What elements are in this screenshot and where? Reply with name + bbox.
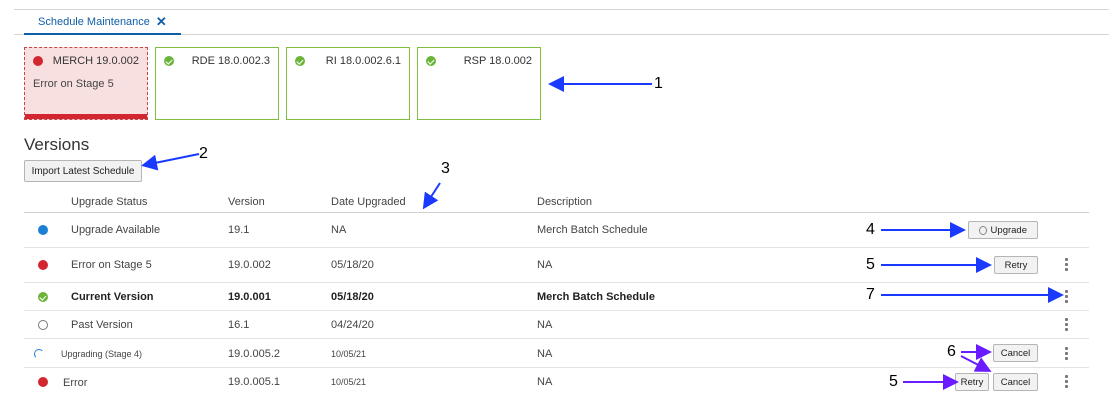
more-options-icon[interactable] [1065,318,1069,331]
more-options-icon[interactable] [1065,347,1069,360]
error-bar [25,114,147,119]
spinner-icon [34,349,44,359]
callout-number: 7 [866,286,875,303]
row-status: Error [63,377,88,389]
table-row: Upgrade Available 19.1 NA Merch Batch Sc… [24,213,1089,248]
cancel-button[interactable]: Cancel [993,373,1038,391]
row-description: NA [537,259,553,271]
check-icon [295,56,305,66]
row-status: Current Version [71,291,154,303]
row-date: 10/05/21 [331,377,367,387]
row-description: NA [537,348,553,360]
check-icon [164,56,174,66]
header-upgrade-status: Upgrade Status [71,196,148,208]
import-latest-schedule-button[interactable]: Import Latest Schedule [24,160,142,182]
check-icon [38,292,48,302]
card-title: RSP 18.0.002 [463,55,532,67]
arrow-2 [141,153,200,171]
header-description: Description [537,196,593,208]
app-card-ri[interactable]: RI 18.0.002.6.1 [286,47,410,120]
row-version: 16.1 [228,319,250,331]
callout-number: 2 [199,145,208,162]
retry-button[interactable]: Retry [955,373,989,391]
card-subtitle: Error on Stage 5 [33,78,114,90]
upgrade-button[interactable]: Upgrade [968,221,1038,239]
upgrade-icon [979,225,987,235]
row-status: Error on Stage 5 [71,259,152,271]
header-version: Version [228,196,265,208]
row-version: 19.0.001 [228,291,271,303]
retry-button[interactable]: Retry [994,256,1038,274]
row-status: Upgrading (Stage 4) [61,349,143,359]
callout-number: 4 [866,221,875,238]
header-date-upgraded: Date Upgraded [331,196,406,208]
row-status: Past Version [71,319,133,331]
table-row: Current Version 19.0.001 05/18/20 Merch … [24,283,1089,311]
callout-number: 3 [441,160,450,177]
error-status-icon [33,56,43,66]
row-date: 05/18/20 [331,291,374,303]
row-version: 19.0.005.2 [228,348,280,360]
tab-label: Schedule Maintenance [38,15,150,28]
table-row: Error on Stage 5 19.0.002 05/18/20 NA Re… [24,248,1089,283]
more-options-icon[interactable] [1065,290,1069,303]
arrow-3 [422,182,441,210]
more-options-icon[interactable] [1065,375,1069,388]
tab-bar: Schedule Maintenance ✕ [14,10,1109,35]
card-title: RI 18.0.002.6.1 [325,55,401,67]
callout-number: 5 [889,373,898,390]
row-date: NA [331,224,347,236]
error-status-icon [38,260,48,270]
row-description: NA [537,376,553,388]
info-status-icon [38,225,48,235]
row-description: Merch Batch Schedule [537,224,648,236]
row-date: 04/24/20 [331,319,374,331]
row-status: Upgrade Available [71,224,161,236]
check-icon [426,56,436,66]
versions-heading: Versions [24,135,90,154]
app-card-merch[interactable]: MERCH 19.0.002 Error on Stage 5 [24,47,148,120]
row-version: 19.0.005.1 [228,376,280,388]
table-row: Error 19.0.005.1 10/05/21 NA Retry Cance… [24,368,1089,394]
card-title: MERCH 19.0.002 [52,55,139,67]
app-card-rsp[interactable]: RSP 18.0.002 [417,47,541,120]
row-date: 10/05/21 [331,349,367,359]
tab-schedule-maintenance[interactable]: Schedule Maintenance ✕ [24,10,181,35]
past-status-icon [38,320,48,330]
row-date: 05/18/20 [331,259,374,271]
card-title: RDE 18.0.002.3 [191,55,270,67]
more-options-icon[interactable] [1065,258,1069,271]
callout-number: 1 [654,75,663,92]
callout-number: 6 [947,343,956,360]
row-version: 19.1 [228,224,250,236]
row-version: 19.0.002 [228,259,271,271]
close-icon[interactable]: ✕ [156,14,167,30]
row-description: NA [537,319,553,331]
error-status-icon [38,377,48,387]
upgrade-label: Upgrade [990,224,1027,236]
app-card-rde[interactable]: RDE 18.0.002.3 [155,47,279,120]
table-row: Past Version 16.1 04/24/20 NA [24,311,1089,339]
callout-number: 5 [866,256,875,273]
table-row: Upgrading (Stage 4) 19.0.005.2 10/05/21 … [24,339,1089,368]
cancel-button[interactable]: Cancel [993,344,1038,362]
row-description: Merch Batch Schedule [537,291,655,303]
